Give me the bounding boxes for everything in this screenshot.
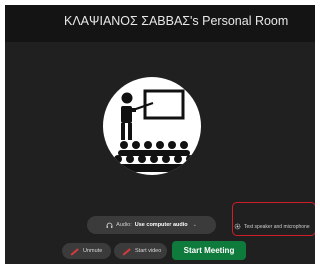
meeting-preview-window: ΚΛΑΨΙΑΝΟΣ ΣΑΒΒΑΣ's Personal Room Audio: … [5, 5, 315, 264]
mic-muted-icon [70, 248, 79, 255]
audio-label: Audio: [116, 222, 132, 228]
start-video-label: Start video [135, 248, 162, 254]
unmute-button[interactable]: Unmute [62, 243, 111, 259]
room-title: ΚΛΑΨΙΑΝΟΣ ΣΑΒΒΑΣ's Personal Room [64, 14, 289, 28]
headset-icon [106, 222, 113, 228]
presenter-illustration [103, 77, 201, 175]
audio-value: Use computer audio [134, 222, 188, 228]
unmute-label: Unmute [83, 248, 103, 254]
test-link-label: Test speaker and microphone [244, 223, 310, 230]
video-off-icon [122, 248, 131, 255]
start-video-button[interactable]: Start video [114, 243, 167, 259]
gear-icon [234, 223, 241, 230]
test-speaker-microphone-link[interactable]: Test speaker and microphone [234, 223, 310, 230]
start-meeting-button[interactable]: Start Meeting [172, 241, 246, 260]
audio-connection-dropdown[interactable]: Audio: Use computer audio ⌄ [87, 216, 216, 234]
highlight-box [232, 202, 315, 236]
title-bar: ΚΛΑΨΙΑΝΟΣ ΣΑΒΒΑΣ's Personal Room [5, 5, 315, 42]
chevron-down-icon: ⌄ [192, 222, 197, 228]
